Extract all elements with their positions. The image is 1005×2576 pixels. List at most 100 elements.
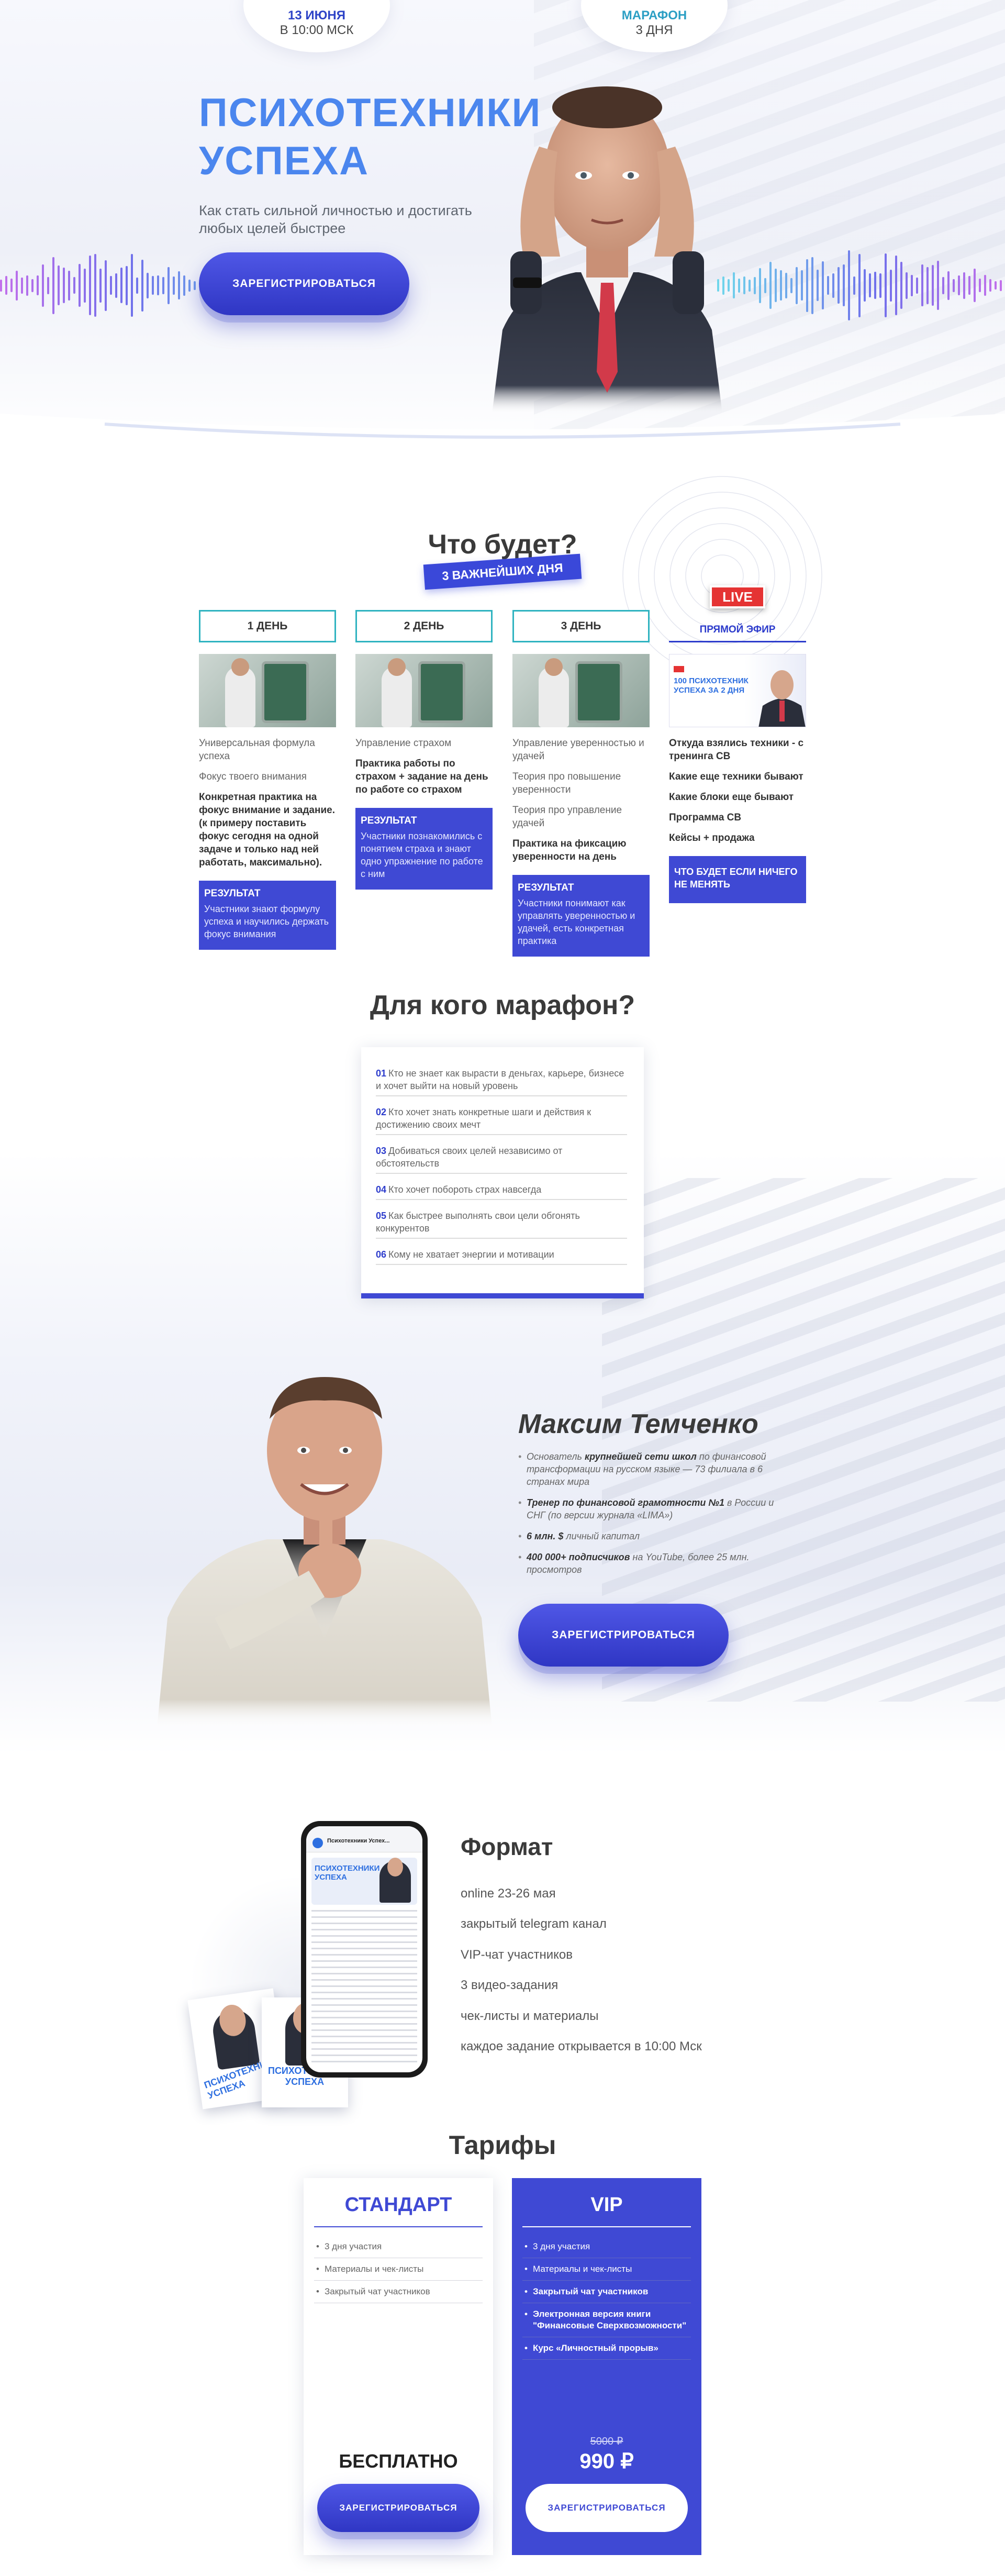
live-badge: LIVE <box>710 585 765 608</box>
wave-bar <box>885 253 887 317</box>
wave-bar <box>921 264 923 306</box>
day-2-item-1: Управление страхом <box>355 738 452 749</box>
wave-bar <box>827 276 829 295</box>
live-thumbnail: 100 ПСИХОТЕХНИК УСПЕХА ЗА 2 ДНЯ <box>669 654 806 727</box>
wave-bar <box>937 261 939 310</box>
wave-bar <box>968 276 970 295</box>
tariff-vip-item-3: Закрытый чат участников <box>522 2281 691 2303</box>
wave-bar <box>895 256 897 315</box>
wave-bar <box>141 259 143 312</box>
speaker-register-button[interactable]: ЗАРЕГИСТРИРОВАТЬСЯ <box>518 1604 729 1667</box>
speaker-name: Максим Темченко <box>518 1409 758 1439</box>
wave-bar <box>58 265 60 305</box>
tariff-standard-price: БЕСПЛАТНО <box>339 2450 458 2472</box>
wave-bar <box>168 267 170 304</box>
wave-bar <box>47 276 49 294</box>
tariff-vip-old-price: 5000 ₽ <box>590 2436 623 2447</box>
tariff-vip-list: 3 дня участия Материалы и чек-листы Закр… <box>522 2236 691 2360</box>
phone-mockup: Психотехники Успех... ПСИХОТЕХНИКИ УСПЕХ… <box>301 1821 428 2078</box>
format-item-1: online 23-26 мая <box>461 1886 556 1901</box>
hero-title-line1: ПСИХОТЕХНИКИ <box>199 91 542 135</box>
tariff-standard-name: СТАНДАРТ <box>344 2194 452 2216</box>
hero-register-button[interactable]: ЗАРЕГИСТРИРОВАТЬСЯ <box>199 252 409 315</box>
tariff-vip-divider <box>522 2226 691 2227</box>
day-1-result-title: РЕЗУЛЬТАТ <box>204 888 261 899</box>
date-main: 13 июня <box>288 8 345 23</box>
live-item-3: Какие блоки еще бывают <box>669 792 794 803</box>
tariff-vip-card: VIP 3 дня участия Материалы и чек-листы … <box>512 2178 701 2555</box>
wave-bar <box>73 277 75 294</box>
speaker-fact-2: Тренер по финансовой грамотности №1 в Ро… <box>518 1496 790 1522</box>
hero-bottom-curve-decoration <box>0 414 1005 456</box>
wave-bar <box>764 277 766 293</box>
wave-bar <box>173 276 175 295</box>
wave-bar <box>796 267 798 304</box>
live-item-2: Какие еще техники бывают <box>669 771 803 782</box>
date-sub: в 10:00 МСК <box>280 23 354 37</box>
live-thumbnail-person-photo <box>758 670 806 727</box>
sound-wave-right-decoration <box>717 243 1005 327</box>
wave-bar <box>99 268 102 303</box>
audience-item-6: 06 Кому не хватает энергии и мотивации <box>376 1248 627 1265</box>
audience-card-accent-bar <box>361 1293 644 1298</box>
tariff-vip-register-button[interactable]: ЗАРЕГИСТРИРОВАТЬСЯ <box>526 2484 688 2532</box>
speaker-fact-3: 6 млн. $ личный капитал <box>518 1530 790 1542</box>
wave-bar <box>832 273 834 298</box>
marathon-sub: 3 дня <box>635 23 673 37</box>
wave-bar <box>775 269 777 302</box>
live-header: ПРЯМОЙ ЭФИР <box>669 610 806 642</box>
wave-bar <box>806 259 808 312</box>
sound-wave-left-decoration <box>0 243 199 327</box>
wave-bar <box>890 269 892 302</box>
day-1-header: 1 ДЕНЬ <box>199 610 336 642</box>
wave-bar <box>926 267 929 304</box>
wave-bar <box>953 279 955 292</box>
day-3-item-1: Управление уверенностью и удачей <box>512 738 644 762</box>
wave-bar <box>152 276 154 295</box>
speaker-fact-1: Основатель крупнейшей сети школ по финан… <box>518 1450 790 1488</box>
wave-bar <box>974 269 976 302</box>
tariff-vip-item-5: Курс «Личностный прорыв» <box>522 2337 691 2360</box>
day-column-2: 2 ДЕНЬ Управление страхом Практика работ… <box>355 610 493 890</box>
day-3-thumbnail <box>512 654 650 727</box>
live-thumbnail-title: 100 ПСИХОТЕХНИК УСПЕХА ЗА 2 ДНЯ <box>674 676 749 695</box>
tariff-standard-divider <box>314 2226 483 2227</box>
wave-bar <box>0 279 2 292</box>
day-3-result: РЕЗУЛЬТАТ Участники понимают как управля… <box>512 875 650 957</box>
live-item-4: Программа СВ <box>669 812 742 823</box>
audience-item-4: 04 Кто хочет побороть страх навсегда <box>376 1183 627 1200</box>
day-column-1: 1 ДЕНЬ Универсальная формула успеха Фоку… <box>199 610 336 950</box>
wave-bar <box>801 270 803 301</box>
day-3-practice: Практика на фиксацию уверенности на день <box>512 838 627 862</box>
channel-avatar-icon <box>312 1838 323 1848</box>
day-1-item-2: Фокус твоего внимания <box>199 771 307 782</box>
wave-bar <box>811 257 813 314</box>
wave-bar <box>120 268 122 303</box>
wave-bar <box>79 264 81 307</box>
wave-bar <box>979 279 981 292</box>
day-2-header: 2 ДЕНЬ <box>355 610 493 642</box>
wave-bar <box>136 277 138 294</box>
tariff-standard-item-3: Закрытый чат участников <box>314 2281 483 2303</box>
wave-bar <box>42 264 44 307</box>
wave-bar <box>989 279 991 292</box>
tariff-vip-price: 990 ₽ <box>579 2450 634 2473</box>
wave-bar <box>31 279 34 292</box>
wave-bar <box>110 276 112 295</box>
tariff-standard-card: СТАНДАРТ 3 дня участия Материалы и чек-л… <box>304 2178 493 2555</box>
wave-bar <box>947 271 950 300</box>
tariff-standard-register-button[interactable]: ЗАРЕГИСТРИРОВАТЬСЯ <box>317 2484 479 2532</box>
phone-post-title: ПСИХОТЕХНИКИ УСПЕХА <box>315 1864 380 1882</box>
wave-bar <box>874 272 876 299</box>
live-result-text: ЧТО БУДЕТ ЕСЛИ НИЧЕГО НЕ МЕНЯТЬ <box>674 867 798 890</box>
audience-title: Для кого марафон? <box>370 990 635 1020</box>
wave-bar <box>16 270 18 301</box>
wave-bar <box>754 276 756 294</box>
speaker-facts: Основатель крупнейшей сети школ по финан… <box>518 1450 790 1584</box>
wave-bar <box>147 272 149 298</box>
day-column-3: 3 ДЕНЬ Управление уверенностью и удачей … <box>512 610 650 957</box>
wave-bar <box>911 274 913 296</box>
format-item-2: закрытый telegram канал <box>461 1917 607 1931</box>
day-3-item-2: Теория про повышение уверенности <box>512 771 621 795</box>
wave-bar <box>916 277 918 294</box>
